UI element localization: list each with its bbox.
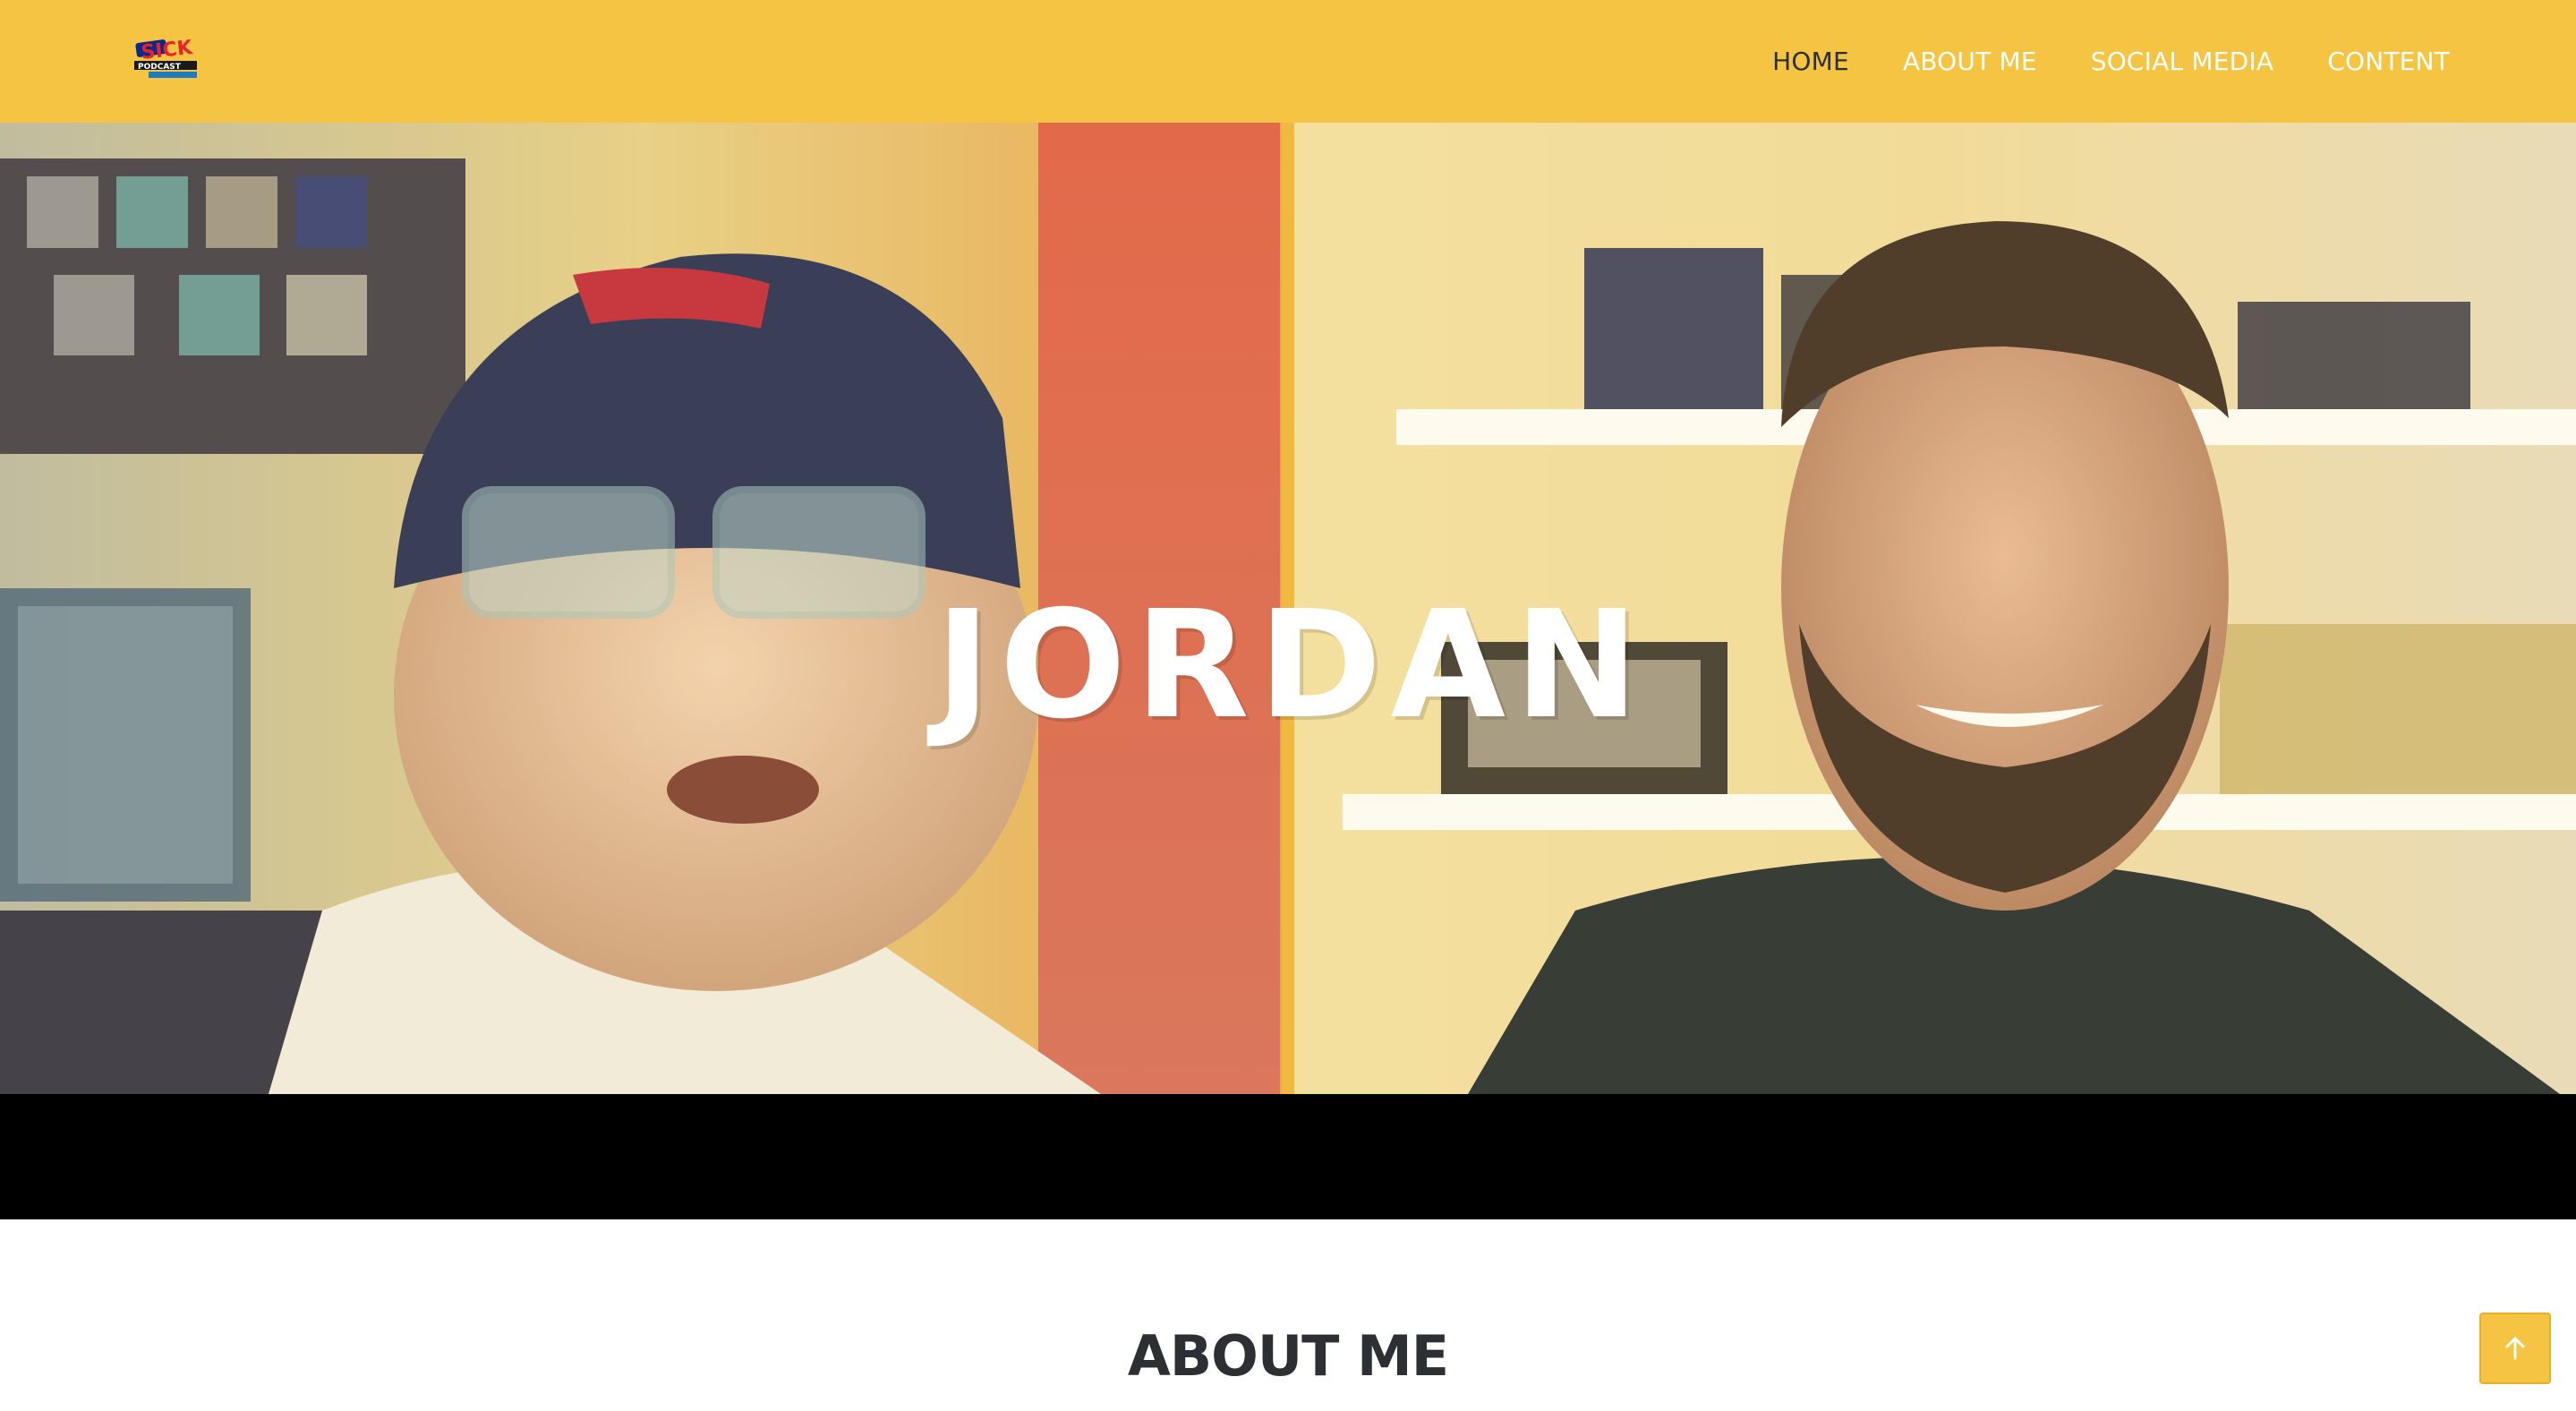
arrow-up-icon	[2505, 1337, 2525, 1360]
hero-video[interactable]: JORDAN	[0, 123, 2576, 1219]
nav-content[interactable]: CONTENT	[2327, 47, 2450, 76]
main-nav: HOME ABOUT ME SOCIAL MEDIA CONTENT	[1772, 0, 2450, 123]
podcast-logo-icon: SICK PODCAST	[134, 37, 197, 78]
nav-about-me[interactable]: ABOUT ME	[1903, 47, 2037, 76]
site-header: SICK PODCAST HOME ABOUT ME SOCIAL MEDIA …	[0, 0, 2576, 123]
site-logo[interactable]: SICK PODCAST	[131, 37, 200, 82]
nav-social-media[interactable]: SOCIAL MEDIA	[2091, 47, 2274, 76]
about-heading: ABOUT ME	[1127, 1323, 1449, 1389]
svg-text:PODCAST: PODCAST	[138, 63, 182, 72]
back-to-top-button[interactable]	[2479, 1313, 2551, 1384]
svg-text:SICK: SICK	[141, 38, 194, 64]
nav-home[interactable]: HOME	[1772, 47, 1849, 76]
hero-title: JORDAN	[935, 579, 1648, 752]
